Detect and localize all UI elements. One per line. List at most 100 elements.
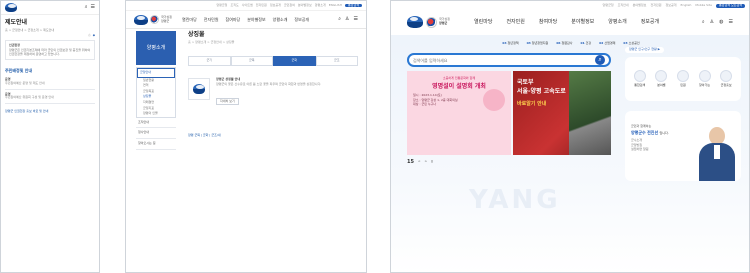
sidebar-item[interactable]: 양평의 인물 [137, 111, 175, 117]
mayor-text-suffix: 입니다. [659, 130, 669, 135]
menu-icon[interactable]: ☰ [729, 19, 733, 25]
mayor-link[interactable]: 설립하면 알림 [631, 148, 669, 152]
footer-links[interactable]: 양평 군목 | 군화 | 군조/새 [188, 133, 358, 138]
nav-item[interactable]: 열린마당 [182, 17, 197, 22]
nav-item[interactable]: 분야별정보 [571, 19, 594, 25]
quick-icon-panel: 통합검색 분야별 민원 찾아가는 군정홍보 [625, 57, 741, 101]
nav-item[interactable]: 전자민원 [204, 17, 219, 22]
quick-num: 03 [623, 41, 628, 46]
utility-link[interactable]: 분야별정보 [298, 3, 312, 8]
banner-festival[interactable]: 소중하게 전통문화와 함께 영명설이 설명회 개최 일시 : 2023.1.14… [407, 71, 511, 155]
tab[interactable]: 군목 [230, 56, 273, 66]
quick-icon-label: 통합검색 [634, 83, 646, 88]
utility-link[interactable]: 사이트맵 [242, 3, 253, 8]
promotion-icon [720, 70, 733, 83]
utility-link[interactable]: 양평소개 [315, 3, 326, 8]
utility-link[interactable]: 양평군청 [216, 3, 227, 8]
utility-link[interactable]: 양평군청 [603, 4, 614, 8]
nav-item[interactable]: 양평소개 [608, 19, 626, 25]
utility-bar: 양평군청 조직안내 분야별정보 전자민원 정보공개 English Mobile… [391, 1, 749, 11]
main-header: 국가상징 양평군 열린마당 전자민원 참여마당 분야별정보 양평소개 정보공개 … [391, 11, 749, 33]
integrated-search-button[interactable]: 통합검색 [344, 3, 362, 8]
slide-prev-button[interactable]: < [418, 160, 421, 164]
menu-icon[interactable]: ☰ [91, 4, 95, 10]
main-nav: 열린마당 전자민원 참여마당 분야별정보 양평소개 정보공개 [182, 17, 309, 22]
category-icon [655, 70, 668, 83]
detail-button[interactable]: 자세히 보기 [216, 97, 239, 106]
symbol-image [188, 77, 210, 100]
utility-link[interactable]: 정보공개 [666, 4, 677, 8]
globe-icon[interactable]: ◍ [719, 19, 723, 25]
nav-item[interactable]: 분야별정보 [247, 17, 265, 22]
utility-link[interactable]: Mobile Site [695, 4, 712, 8]
banner-highway[interactable]: 국토부 서울-양평 고속도로 바로알기 안내 [513, 71, 611, 155]
search-submit-button[interactable]: ⌕ [595, 55, 605, 65]
utility-link[interactable]: English [681, 4, 692, 8]
list-item[interactable]: 운영 주민참여예산 위원회 구성 및 운영 안내 [5, 90, 95, 104]
slide-pause-button[interactable]: || [431, 160, 433, 164]
utility-link[interactable]: 전자민원 [650, 4, 661, 8]
nav-item[interactable]: 참여마당 [539, 19, 557, 25]
user-icon[interactable]: ♙ [345, 16, 349, 22]
quick-icon-item[interactable]: 민원 [676, 70, 689, 88]
festival-illustration [483, 89, 505, 111]
quick-icon-item[interactable]: 찾아가는 [698, 70, 711, 88]
quick-label[interactable]: 건강 [586, 41, 592, 45]
quick-label[interactable]: 산업경제 [604, 41, 615, 45]
nav-item[interactable]: 정보공개 [641, 19, 659, 25]
utility-link[interactable]: 조직안내 [618, 4, 629, 8]
slide-index: 15 [407, 159, 414, 165]
quick-label[interactable]: 청년창업지원 [532, 41, 549, 45]
quick-icon-item[interactable]: 통합검색 [633, 70, 646, 88]
utility-link[interactable]: ENGLISH [329, 3, 342, 8]
bottom-link[interactable]: 양평군 인권헌장 홍보 바로 및 안내 [1, 104, 99, 120]
utility-link[interactable]: 분야별정보 [633, 4, 647, 8]
watermark-text: YANG [469, 185, 561, 215]
logo-emblem-icon[interactable] [5, 3, 17, 12]
print-icon[interactable]: ⎙ [88, 33, 90, 38]
nav-item[interactable]: 정보공개 [294, 17, 309, 22]
quick-label[interactable]: 청년정책 [508, 41, 519, 45]
share-icon[interactable]: ◆ [93, 33, 95, 38]
logo-emblem-icon[interactable] [407, 16, 423, 28]
quick-icon-item[interactable]: 군정홍보 [720, 70, 733, 88]
integrated-search-button[interactable]: 통합검색 모든검색 [715, 4, 745, 8]
content-text: 양평군의 꽃은 산수유로 이른 봄 노란 꽃을 피우며 군민의 화합과 번영을 … [216, 82, 322, 87]
nav-item[interactable]: 참여마당 [226, 17, 241, 22]
county-symbol-icon [193, 83, 205, 94]
tab[interactable]: 군기 [188, 56, 231, 66]
share-row: ⎙ ◆ [1, 33, 99, 38]
menu-icon[interactable]: ☰ [354, 16, 358, 22]
tab[interactable]: 군조 [315, 56, 358, 66]
search-icon[interactable]: ⌕ [338, 16, 341, 22]
search-icon[interactable]: ⌕ [85, 4, 88, 10]
breadcrumb: 홈 > 군정안내 > 군정소개 > 제도안내 [5, 27, 55, 32]
search-icon[interactable]: ⌕ [702, 19, 705, 25]
search-input[interactable] [413, 57, 595, 63]
utility-link[interactable]: 정보공개 [270, 3, 281, 8]
slide-next-button[interactable]: > [424, 160, 427, 164]
list-item[interactable]: 운영 주민참여예산 운영 및 제도 안내 [5, 75, 95, 90]
user-icon[interactable]: ♙ [710, 19, 714, 25]
list-item-desc: 주민참여예산 운영 및 제도 안내 [5, 81, 45, 86]
search-bar[interactable]: ⌕ [407, 53, 611, 67]
sidebar-item[interactable]: 찾아오시는 길 [136, 139, 176, 150]
utility-link[interactable]: 조직도 [230, 3, 238, 8]
mobile-header: ⌕ ☰ [1, 1, 99, 15]
tab-active[interactable]: 군화 [273, 56, 316, 66]
utility-link[interactable]: 전자민원 [256, 3, 267, 8]
nav-item[interactable]: 열린마당 [474, 19, 492, 25]
sidebar-item[interactable]: 조직안내 [136, 118, 176, 129]
sidebar-item[interactable]: 군정안내 [137, 68, 175, 78]
nav-item[interactable]: 양평소개 [273, 17, 288, 22]
logo-emblem-icon[interactable] [134, 14, 148, 25]
sidebar-item[interactable]: 청사안내 [136, 128, 176, 139]
quick-label[interactable]: 청렴감사 [561, 41, 572, 45]
quick-label[interactable]: 소상공인 [629, 41, 640, 45]
population-link[interactable]: 양평군 인구/인구 현황 ▶ [625, 47, 665, 53]
mayor-name-text: 양평군수 전진선 [631, 129, 659, 135]
nav-item[interactable]: 전자민원 [506, 19, 524, 25]
list: 운영 주민참여예산 운영 및 제도 안내 운영 주민참여예산 위원회 구성 및 … [5, 75, 95, 104]
quick-icon-item[interactable]: 분야별 [655, 70, 668, 88]
utility-link[interactable]: 군민참여 [284, 3, 295, 8]
